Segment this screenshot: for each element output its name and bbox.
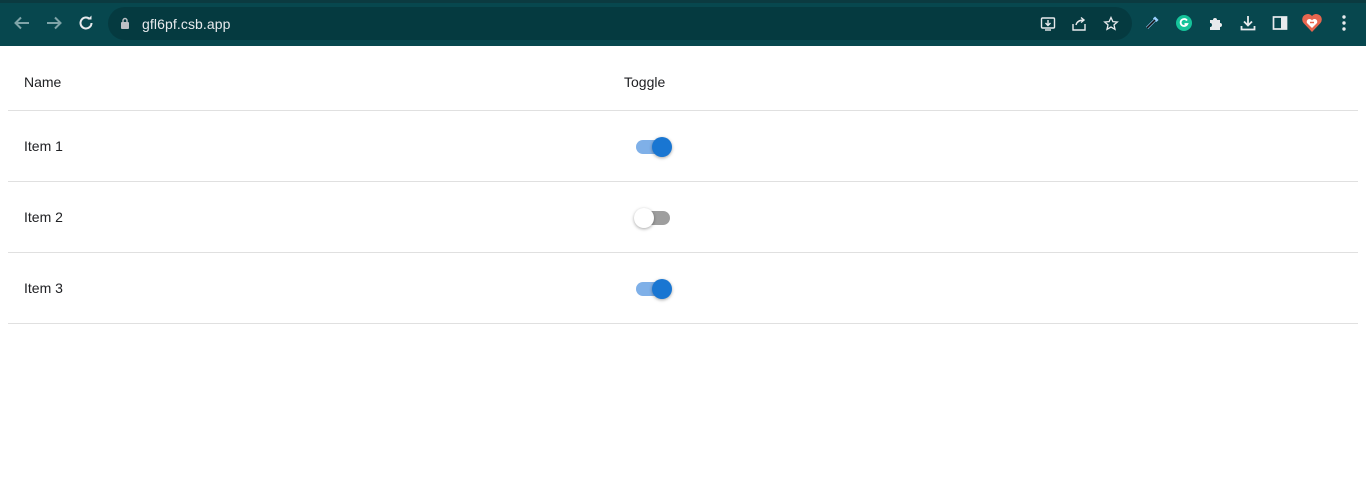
- toggle-switch[interactable]: [634, 278, 672, 300]
- arrow-left-icon: [14, 16, 29, 30]
- profile-avatar-icon[interactable]: [1301, 12, 1323, 34]
- bookmark-star-icon[interactable]: [1101, 14, 1121, 34]
- table-row: Item 3: [8, 253, 1358, 324]
- reload-button[interactable]: [75, 12, 97, 34]
- table-header-row: Name Toggle: [8, 53, 1358, 111]
- side-panel-icon[interactable]: [1269, 12, 1291, 34]
- forward-button[interactable]: [43, 12, 65, 34]
- eyedropper-extension-icon[interactable]: [1141, 12, 1163, 34]
- tab-strip-edge: [0, 0, 1366, 3]
- address-bar[interactable]: gfl6pf.csb.app: [108, 7, 1132, 40]
- reload-icon: [79, 15, 93, 30]
- items-table: Name Toggle Item 1 Item 2 Item 3: [8, 53, 1358, 324]
- browser-toolbar: gfl6pf.csb.app: [0, 0, 1366, 46]
- row-name: Item 2: [24, 209, 63, 225]
- extensions-puzzle-icon[interactable]: [1205, 12, 1227, 34]
- lock-icon: [121, 17, 129, 29]
- grammarly-icon[interactable]: [1173, 12, 1195, 34]
- row-name: Item 1: [24, 138, 63, 154]
- table-row: Item 1: [8, 111, 1358, 182]
- table-row: Item 2: [8, 182, 1358, 253]
- back-button[interactable]: [11, 12, 33, 34]
- install-app-icon[interactable]: [1038, 14, 1058, 34]
- column-header-toggle: Toggle: [624, 74, 666, 90]
- switch-thumb: [652, 279, 672, 299]
- url-text[interactable]: gfl6pf.csb.app: [142, 16, 231, 32]
- switch-thumb: [634, 208, 654, 228]
- downloads-icon[interactable]: [1237, 12, 1259, 34]
- more-menu-icon[interactable]: [1333, 12, 1355, 34]
- arrow-right-icon: [47, 16, 62, 30]
- share-icon[interactable]: [1069, 14, 1089, 34]
- row-name: Item 3: [24, 280, 63, 296]
- toggle-switch[interactable]: [634, 207, 672, 229]
- toggle-switch[interactable]: [634, 136, 672, 158]
- switch-thumb: [652, 137, 672, 157]
- column-header-name: Name: [24, 74, 62, 90]
